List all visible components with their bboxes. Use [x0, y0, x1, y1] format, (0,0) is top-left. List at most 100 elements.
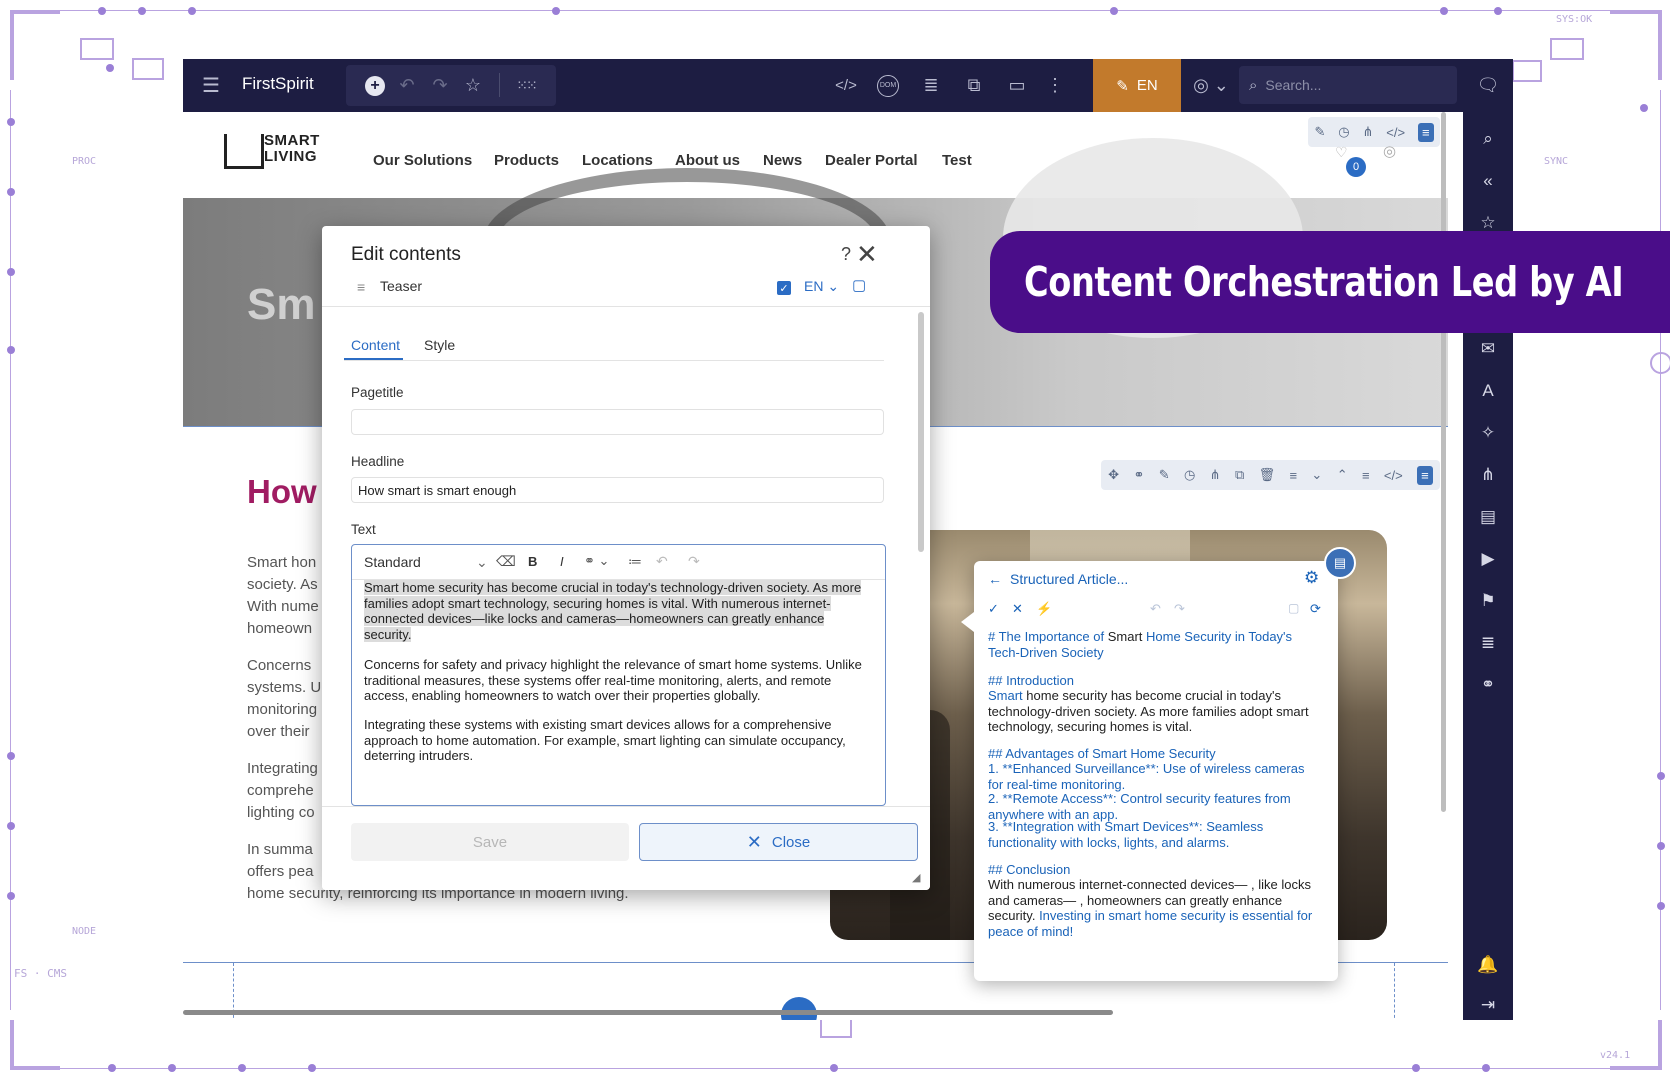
search-icon[interactable]: ⌕ [1463, 124, 1513, 154]
headline-input[interactable]: How smart is smart enough [351, 477, 884, 503]
connect-icon[interactable]: ⚭ [1463, 670, 1513, 700]
hamburger-menu-icon[interactable]: ☰ [195, 59, 227, 112]
article-h1: # The Importance of Smart Home Security … [988, 629, 1293, 660]
code-view-icon[interactable]: </> [831, 59, 861, 112]
italic-icon[interactable]: I [560, 554, 564, 569]
site-logo[interactable]: SMART LIVING [224, 132, 334, 172]
move-icon[interactable]: ✥ [1108, 467, 1119, 483]
text-paragraph-2[interactable]: Concerns for safety and privacy highligh… [364, 657, 864, 704]
nav-test[interactable]: Test [942, 152, 972, 169]
pencil-icon: ✎ [1116, 77, 1129, 95]
close-button[interactable]: ✕ Close [639, 823, 918, 861]
dom-icon[interactable]: DOM [873, 59, 903, 112]
redo-icon[interactable]: ↷ [426, 59, 454, 112]
edit-content-icon[interactable]: ≡ [1417, 465, 1433, 485]
edit-content-icon[interactable]: ≡ [1417, 122, 1434, 142]
comment-icon[interactable]: ▢ [852, 276, 866, 294]
intro-text: Smart home security has become crucial i… [988, 688, 1309, 734]
collapse-icon[interactable]: « [1463, 166, 1513, 196]
horizontal-scrollbar[interactable] [183, 1010, 1113, 1015]
undo-icon[interactable]: ↶ [1150, 601, 1161, 617]
dialog-scrollbar[interactable] [918, 312, 924, 552]
list-icon[interactable]: ≡ [1289, 468, 1297, 483]
redo-icon[interactable]: ↷ [1174, 601, 1185, 617]
video-icon[interactable]: ▶ [1463, 544, 1513, 574]
copy-icon[interactable]: ⧉ [1235, 467, 1244, 483]
resize-handle-icon[interactable]: ◢ [912, 871, 920, 884]
undo-icon[interactable]: ↶ [393, 59, 421, 112]
ai-edit-icon[interactable]: ✎ [1159, 467, 1170, 483]
messages-icon[interactable]: ▤ [1463, 502, 1513, 532]
link-icon[interactable]: ⚭ [1133, 467, 1144, 483]
site-globe-icon[interactable]: ◎ [1383, 142, 1396, 160]
chevron-up-icon[interactable]: ⌃ [1337, 467, 1348, 483]
close-icon[interactable]: ✕ [856, 239, 878, 270]
search-box[interactable]: ⌕ Search... [1239, 66, 1457, 104]
vertical-scrollbar[interactable] [1441, 112, 1446, 812]
site-paragraph-3: Integrating comprehe lighting co [247, 760, 318, 821]
code-icon[interactable]: </> [1386, 125, 1405, 140]
language-select[interactable]: EN ⌄ [804, 278, 839, 295]
history-icon[interactable]: ◷ [1338, 124, 1349, 140]
nav-products[interactable]: Products [494, 152, 559, 169]
accept-icon[interactable]: ✓ [988, 601, 999, 617]
text-paragraph-3[interactable]: Integrating these systems with existing … [364, 717, 864, 764]
clear-format-icon[interactable]: ⌫ [496, 553, 516, 570]
nav-our-solutions[interactable]: Our Solutions [373, 152, 472, 169]
refresh-icon[interactable]: ⟳ [1310, 601, 1321, 617]
globe-icon[interactable]: ◎ ⌄ [1191, 59, 1231, 112]
history-icon[interactable]: ◷ [1184, 467, 1195, 483]
language-edit-button[interactable]: ✎ EN [1093, 59, 1181, 112]
pagetitle-input[interactable] [351, 409, 884, 435]
share-icon[interactable]: ⋔ [1210, 467, 1221, 483]
nav-dealer-portal[interactable]: Dealer Portal [825, 152, 918, 169]
link-icon[interactable]: ⚭ ⌄ [584, 553, 609, 569]
flag-icon[interactable]: ⚑ [1463, 586, 1513, 616]
list-icon[interactable]: ≔ [628, 553, 642, 570]
mail-icon[interactable]: ✉ [1463, 334, 1513, 364]
delete-icon[interactable]: 🗑 [1259, 467, 1276, 483]
devices-icon[interactable]: ▭ [1002, 59, 1032, 112]
bell-icon[interactable]: 🔔 [1463, 950, 1513, 980]
text-paragraph-1[interactable]: Smart home security has become crucial i… [364, 580, 864, 642]
release-checkbox[interactable]: ✓ [777, 281, 791, 295]
logout-icon[interactable]: ⇥ [1463, 990, 1513, 1020]
bold-icon[interactable]: B [528, 554, 537, 569]
ai-edit-icon[interactable]: ✎ [1314, 124, 1325, 140]
copy-icon[interactable]: ▢ [1288, 601, 1299, 615]
chevron-down-icon[interactable]: ⌄ [1311, 467, 1322, 483]
tab-content[interactable]: Content [351, 337, 400, 353]
back-arrow-icon[interactable]: ← [988, 571, 1002, 587]
magic-wand-icon[interactable]: ⚡ [1036, 601, 1052, 617]
more-vertical-icon[interactable]: ⋮ [1043, 59, 1067, 112]
apps-grid-icon[interactable]: ⁙⁙ [512, 59, 540, 112]
settings-gear-icon[interactable]: ⚙ [1304, 568, 1319, 588]
comments-icon[interactable]: 🗨 [1468, 59, 1508, 112]
ai-assistant-icon[interactable]: ✧ [1463, 418, 1513, 448]
save-button[interactable]: Save [351, 823, 629, 861]
database-icon[interactable]: ≣ [1463, 628, 1513, 658]
frame-label-f: v24.1 [1600, 1050, 1631, 1061]
cart-icon[interactable]: ♡ [1335, 144, 1348, 161]
panel-comment-badge-icon[interactable]: ▤ [1324, 547, 1356, 579]
workflow-icon[interactable]: ⋔ [1463, 460, 1513, 490]
nav-news[interactable]: News [763, 152, 802, 169]
redo-icon[interactable]: ↷ [688, 553, 700, 570]
pages-icon[interactable]: ⧉ [959, 59, 989, 112]
nav-about-us[interactable]: About us [675, 152, 740, 169]
add-icon[interactable]: + [361, 59, 389, 112]
nav-locations[interactable]: Locations [582, 152, 653, 169]
format-select[interactable]: Standard ⌄ [364, 554, 488, 570]
share-icon[interactable]: ⋔ [1362, 124, 1373, 140]
help-button[interactable]: ? [841, 244, 851, 265]
undo-icon[interactable]: ↶ [656, 553, 668, 570]
database-icon[interactable]: ≣ [916, 59, 946, 112]
star-icon[interactable]: ☆ [459, 59, 487, 112]
translate-icon[interactable]: A [1463, 376, 1513, 406]
code-icon[interactable]: </> [1384, 468, 1403, 483]
tab-style[interactable]: Style [424, 337, 455, 353]
hero-title-fragment: Sm [247, 280, 316, 329]
search-icon: ⌕ [1249, 76, 1258, 94]
reject-icon[interactable]: ✕ [1012, 601, 1023, 617]
list-icon[interactable]: ≡ [1362, 468, 1370, 483]
